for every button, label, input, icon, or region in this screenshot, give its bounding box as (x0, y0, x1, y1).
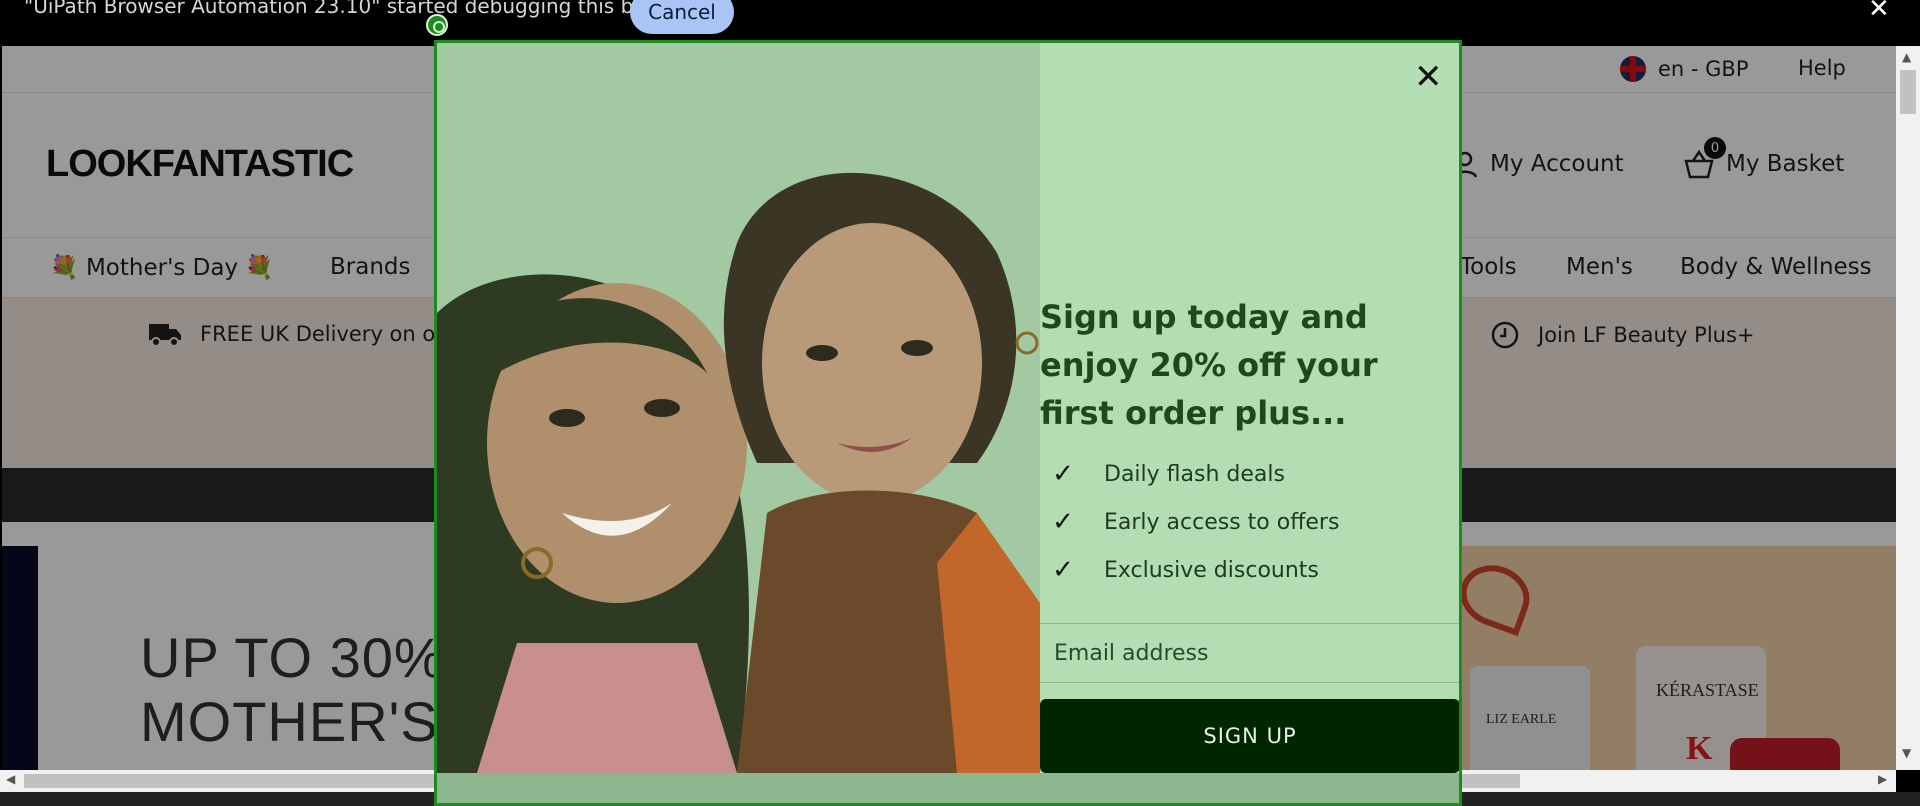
scroll-down-icon[interactable]: ▼ (1902, 746, 1911, 760)
perk-label: Daily flash deals (1104, 461, 1285, 487)
two-women-photo (437, 43, 1040, 773)
perk-item: ✓ Exclusive discounts (1048, 555, 1319, 585)
modal-close-icon[interactable]: ✕ (1414, 57, 1443, 97)
perk-label: Early access to offers (1104, 509, 1340, 535)
perk-item: ✓ Daily flash deals (1048, 459, 1285, 489)
perk-label: Exclusive discounts (1104, 557, 1319, 583)
signup-button[interactable]: SIGN UP (1040, 699, 1459, 773)
scroll-right-icon[interactable]: ▶ (1878, 772, 1887, 786)
check-icon: ✓ (1052, 555, 1074, 585)
vertical-scrollbar[interactable]: ▲ ▼ (1896, 46, 1920, 770)
modal-heading: Sign up today and enjoy 20% off your fir… (1040, 298, 1378, 432)
cancel-debug-button[interactable]: Cancel (630, 0, 734, 34)
email-field-wrapper (1040, 623, 1459, 683)
check-icon: ✓ (1052, 507, 1074, 537)
signup-modal: ✕ Sign up today and enjoy 20% off your f… (434, 40, 1462, 806)
email-field[interactable] (1040, 624, 1459, 682)
scroll-left-icon[interactable]: ◀ (6, 772, 15, 786)
perk-item: ✓ Early access to offers (1048, 507, 1339, 537)
scroll-up-icon[interactable]: ▲ (1902, 50, 1911, 64)
automation-target-icon (426, 14, 448, 36)
vertical-scroll-thumb[interactable] (1900, 70, 1916, 114)
debug-message: "UiPath Browser Automation 23.10" starte… (24, 0, 701, 18)
check-icon: ✓ (1052, 459, 1074, 489)
close-icon[interactable]: ✕ (1868, 0, 1890, 24)
modal-footer (437, 773, 1459, 803)
modal-photo (437, 43, 1040, 773)
modal-content: ✕ Sign up today and enjoy 20% off your f… (1040, 43, 1459, 773)
